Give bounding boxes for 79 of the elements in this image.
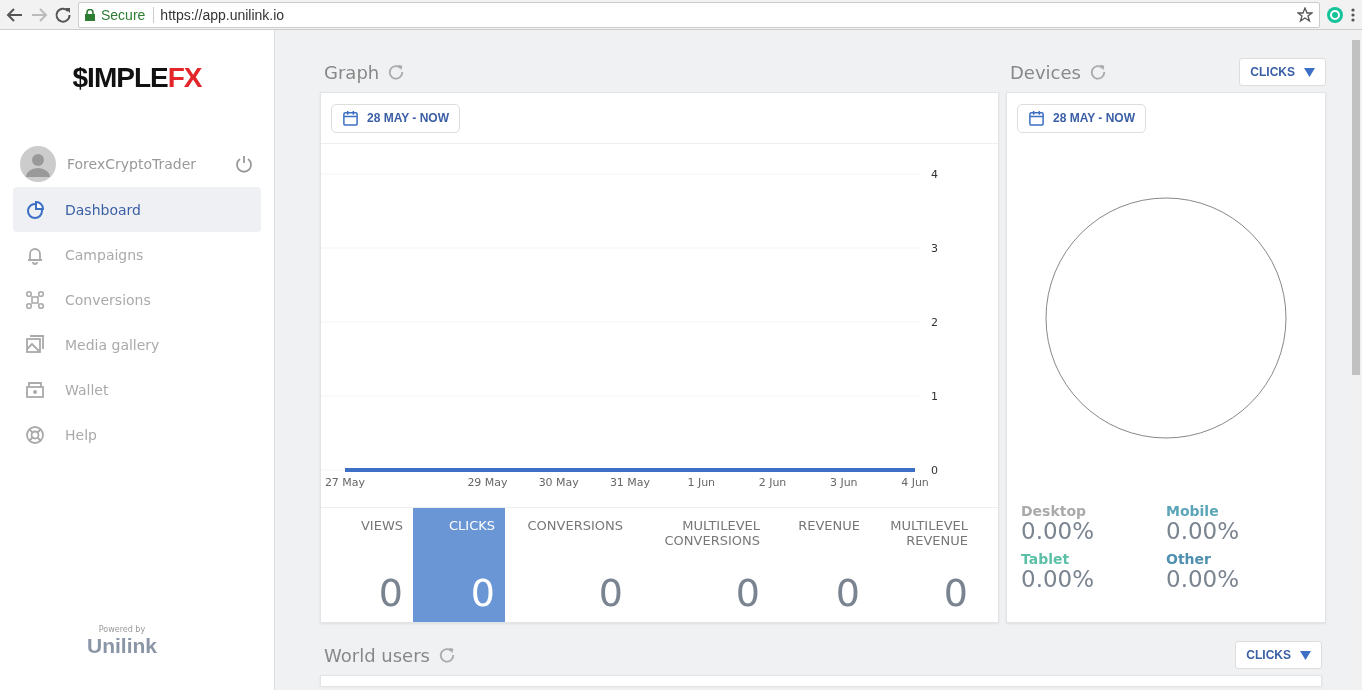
y-tick-label: 2 [931,316,938,329]
nav-item[interactable]: Campaigns [13,232,261,277]
lifebuoy-icon [25,424,45,445]
pie-chart-icon [25,199,45,220]
menu-icon[interactable] [1350,6,1356,23]
metric-value: 0 [735,574,760,612]
metric-value: 0 [378,574,403,612]
calendar-icon [342,109,359,127]
caret-icon [1304,67,1315,77]
y-tick-label: 1 [931,390,938,403]
metric-label: REVENUE [798,518,860,533]
metric-tab[interactable]: MULTILEVEL CONVERSIONS 0 [633,508,770,622]
y-tick-label: 3 [931,242,938,255]
metric-label: MULTILEVEL CONVERSIONS [663,518,760,548]
nav-item[interactable]: Help [13,412,261,457]
nodes-icon [25,289,45,310]
device-percentage: 0.00% [1166,567,1241,592]
powered-by-label: Powered by [98,625,146,634]
metric-value: 0 [943,574,968,612]
device-percentage: 0.00% [1021,519,1096,544]
metric-value: 0 [835,574,860,612]
secure-label: Secure [101,6,155,23]
x-tick-label: 30 May [538,476,579,489]
refresh-icon[interactable] [387,63,406,81]
x-tick-label: 3 Jun [829,476,858,489]
metric-tab[interactable]: MULTILEVEL REVENUE 0 [870,508,978,622]
x-tick-label: 29 May [467,476,508,489]
nav-item[interactable]: Dashboard [13,187,261,232]
device-label: Mobile [1166,503,1220,519]
forward-icon[interactable] [30,5,48,24]
section-title: Graph [324,61,380,83]
y-tick-label: 4 [931,168,938,181]
address-bar[interactable]: Secure https://app.unilink.io [78,1,1320,28]
metric-label: MULTILEVEL REVENUE [889,518,968,548]
wallet-icon [25,379,45,400]
metric-tab[interactable]: CLICKS 0 [413,508,505,622]
nav-item[interactable]: Conversions [13,277,261,322]
date-range-button[interactable]: 28 MAY - NOW [1017,103,1147,133]
device-percentage: 0.00% [1166,519,1241,544]
date-range-button[interactable]: 28 MAY - NOW [331,103,461,133]
logo: $IMPLEFX [72,62,202,94]
device-label: Tablet [1021,551,1071,568]
extension-icon[interactable] [1326,5,1344,24]
x-tick-label: 2 Jun [758,476,787,489]
y-tick-label: 0 [931,464,938,477]
metric-dropdown[interactable]: CLICKS [1235,641,1322,669]
device-percentage: 0.00% [1021,567,1096,592]
device-label: Desktop [1021,503,1088,519]
metric-label: VIEWS [360,518,403,533]
x-tick-label: 1 Jun [687,476,716,489]
lock-icon [85,8,95,21]
x-tick-label: 31 May [609,476,651,489]
images-icon [25,334,45,355]
x-tick-label: 4 Jun [901,476,929,489]
metric-tab[interactable]: REVENUE 0 [770,508,870,622]
brand-logo: Unilink [87,634,157,658]
url-text: https://app.unilink.io [160,6,286,23]
metric-value: 0 [598,574,623,612]
avatar-icon [20,146,56,182]
nav-item[interactable]: Media gallery [13,322,261,367]
metric-label: CLICKS [449,518,495,533]
x-tick-label: 27 May [324,476,366,489]
refresh-icon[interactable] [437,646,456,664]
user-name: ForexCryptoTrader [67,156,198,172]
reload-icon[interactable] [54,5,72,24]
metric-label: CONVERSIONS [527,518,623,533]
section-title: World users [324,644,430,666]
metric-dropdown[interactable]: CLICKS [1239,58,1326,86]
metric-tab[interactable]: VIEWS 0 [321,508,413,622]
back-icon[interactable] [6,5,24,24]
metric-tab[interactable]: CONVERSIONS 0 [505,508,633,622]
refresh-icon[interactable] [1088,63,1107,81]
power-icon[interactable] [234,154,254,174]
device-label: Other [1166,551,1212,568]
metric-value: 0 [470,574,495,612]
star-icon[interactable] [1297,6,1313,23]
section-title: Devices [1010,61,1081,83]
caret-icon [1300,650,1311,660]
calendar-icon [1028,109,1045,127]
